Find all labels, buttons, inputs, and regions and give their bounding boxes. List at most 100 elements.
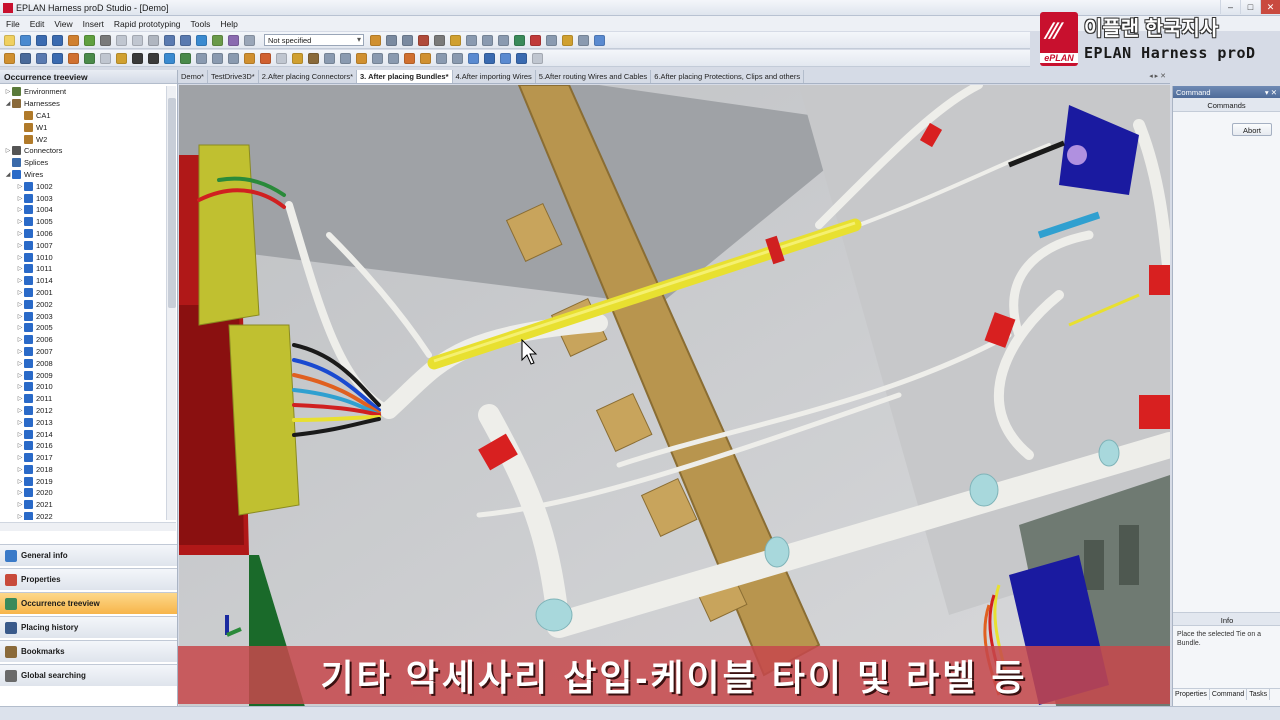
place-splice-icon[interactable] xyxy=(68,52,79,64)
tree-item[interactable]: ▷ 2012 xyxy=(0,405,166,417)
expand-toggle-icon[interactable]: ▷ xyxy=(4,88,12,95)
document-tab[interactable]: Demo* xyxy=(178,70,208,83)
tab-command[interactable]: Command xyxy=(1210,689,1248,700)
tree-item[interactable]: ▷ 1002 xyxy=(0,180,166,192)
place-end-icon[interactable] xyxy=(260,52,271,64)
expand-toggle-icon[interactable]: ▷ xyxy=(16,489,24,496)
place-tie-icon[interactable] xyxy=(100,52,111,64)
tree-item[interactable]: ▷ 2001 xyxy=(0,287,166,299)
tree-item[interactable]: ◢ Wires xyxy=(0,169,166,181)
menu-edit[interactable]: Edit xyxy=(30,19,45,29)
tree-item[interactable]: ▷ 2007 xyxy=(0,346,166,358)
harness-3d-scene[interactable] xyxy=(179,85,1170,720)
expand-toggle-icon[interactable]: ◢ xyxy=(4,171,12,178)
expand-toggle-icon[interactable]: ▷ xyxy=(16,313,24,320)
redo-icon[interactable] xyxy=(132,34,143,46)
expand-toggle-icon[interactable]: ▷ xyxy=(16,206,24,213)
tree-item[interactable]: ▷ 2017 xyxy=(0,452,166,464)
expand-toggle-icon[interactable]: ▷ xyxy=(16,195,24,202)
tree-item[interactable]: ▷ 1006 xyxy=(0,228,166,240)
place-heat-shrink-icon[interactable] xyxy=(356,52,367,64)
check-icon[interactable] xyxy=(594,34,605,46)
refresh-icon[interactable] xyxy=(370,34,381,46)
expand-toggle-icon[interactable]: ▷ xyxy=(16,289,24,296)
tree-item[interactable]: Splices xyxy=(0,157,166,169)
document-tab[interactable]: 5.After routing Wires and Cables xyxy=(536,70,652,83)
place-bracket-icon[interactable] xyxy=(468,52,479,64)
tree-item[interactable]: ▷ Connectors xyxy=(0,145,166,157)
place-cover-icon[interactable] xyxy=(276,52,287,64)
place-wire-icon[interactable] xyxy=(36,52,47,64)
tree-item[interactable]: W2 xyxy=(0,133,166,145)
import-icon[interactable] xyxy=(84,34,95,46)
tree-item[interactable]: CA1 xyxy=(0,110,166,122)
mirror-icon[interactable] xyxy=(514,34,525,46)
tree-item[interactable]: ◢ Harnesses xyxy=(0,98,166,110)
tree-item[interactable]: ▷ Environment xyxy=(0,86,166,98)
document-tab[interactable]: 6.After placing Protections, Clips and o… xyxy=(651,70,805,83)
expand-toggle-icon[interactable]: ▷ xyxy=(16,242,24,249)
split-icon[interactable] xyxy=(482,34,493,46)
nav-button[interactable]: Placing history xyxy=(0,616,177,638)
tree-item[interactable]: ▷ 1010 xyxy=(0,251,166,263)
nav-button[interactable]: General info xyxy=(0,544,177,566)
align-icon[interactable] xyxy=(498,34,509,46)
move-icon[interactable] xyxy=(180,34,191,46)
tree-item[interactable]: ▷ 2003 xyxy=(0,310,166,322)
place-panel-icon[interactable] xyxy=(516,52,527,64)
place-fixing-icon[interactable] xyxy=(180,52,191,64)
expand-toggle-icon[interactable]: ▷ xyxy=(16,324,24,331)
connector-tool-icon[interactable] xyxy=(434,34,445,46)
menu-tools[interactable]: Tools xyxy=(191,19,211,29)
tab-properties[interactable]: Properties xyxy=(1173,689,1210,700)
expand-toggle-icon[interactable]: ▷ xyxy=(16,407,24,414)
expand-toggle-icon[interactable]: ▷ xyxy=(16,395,24,402)
tree-item[interactable]: ▷ 1011 xyxy=(0,263,166,275)
place-support-icon[interactable] xyxy=(452,52,463,64)
expand-toggle-icon[interactable]: ▷ xyxy=(16,230,24,237)
tree-item[interactable]: ▷ 1004 xyxy=(0,204,166,216)
place-cable-icon[interactable] xyxy=(52,52,63,64)
tree-item[interactable]: ▷ 2020 xyxy=(0,487,166,499)
save-icon[interactable] xyxy=(36,34,47,46)
select-icon[interactable] xyxy=(164,34,175,46)
menu-file[interactable]: File xyxy=(6,19,20,29)
tab-tasks[interactable]: Tasks xyxy=(1247,689,1271,700)
expand-toggle-icon[interactable]: ▷ xyxy=(16,431,24,438)
tree-item[interactable]: ▷ 1005 xyxy=(0,216,166,228)
protection-icon[interactable] xyxy=(578,34,589,46)
snap-icon[interactable] xyxy=(212,34,223,46)
place-segment-icon[interactable] xyxy=(228,52,239,64)
document-tab[interactable]: 4.After importing Wires xyxy=(453,70,536,83)
place-label-icon[interactable] xyxy=(116,52,127,64)
filter-select[interactable]: Not specified xyxy=(264,34,364,46)
expand-toggle-icon[interactable]: ▷ xyxy=(16,419,24,426)
open-icon[interactable] xyxy=(20,34,31,46)
menu-view[interactable]: View xyxy=(54,19,72,29)
wire-tool-icon[interactable] xyxy=(418,34,429,46)
tree-item[interactable]: ▷ 2018 xyxy=(0,464,166,476)
tree-item[interactable]: ▷ 2008 xyxy=(0,357,166,369)
tree-item[interactable]: ▷ 2014 xyxy=(0,428,166,440)
expand-toggle-icon[interactable]: ▷ xyxy=(16,277,24,284)
nav-button[interactable]: Bookmarks xyxy=(0,640,177,662)
label-icon[interactable] xyxy=(562,34,573,46)
menu-rapid-prototyping[interactable]: Rapid prototyping xyxy=(114,19,181,29)
pen-icon[interactable] xyxy=(450,34,461,46)
place-conduit-icon[interactable] xyxy=(292,52,303,64)
place-connector-icon[interactable] xyxy=(4,52,15,64)
nav-button[interactable]: Occurrence treeview xyxy=(0,592,177,614)
place-point-icon[interactable] xyxy=(244,52,255,64)
expand-toggle-icon[interactable]: ▷ xyxy=(16,442,24,449)
expand-toggle-icon[interactable]: ◢ xyxy=(4,100,12,107)
document-tab[interactable]: 2.After placing Connectors* xyxy=(259,70,358,83)
expand-toggle-icon[interactable]: ▷ xyxy=(16,454,24,461)
tree-item[interactable]: W1 xyxy=(0,121,166,133)
expand-toggle-icon[interactable]: ▷ xyxy=(16,183,24,190)
nav-button[interactable]: Properties xyxy=(0,568,177,590)
filter-icon[interactable] xyxy=(244,34,255,46)
expand-toggle-icon[interactable]: ▷ xyxy=(16,478,24,485)
tab-navigation[interactable]: ◂ ▸ ✕ xyxy=(1149,72,1166,80)
tie-icon[interactable] xyxy=(546,34,557,46)
expand-toggle-icon[interactable]: ▷ xyxy=(16,466,24,473)
